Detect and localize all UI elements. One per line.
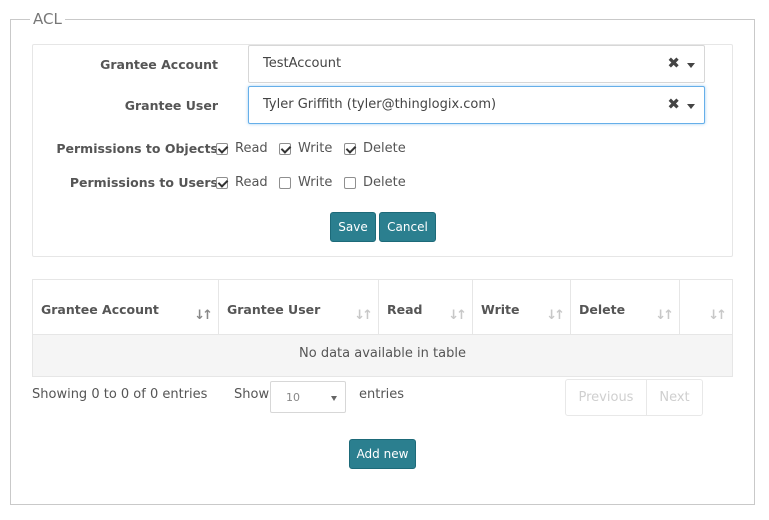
column-header-grantee-user[interactable]: Grantee User ↓↑ — [219, 280, 379, 334]
save-button[interactable]: Save — [330, 212, 376, 242]
clear-icon[interactable]: ✖ — [667, 95, 680, 113]
grantee-user-value: Tyler Griffith (tyler@thinglogix.com) — [263, 97, 497, 112]
users-write-label: Write — [298, 175, 333, 190]
acl-legend: ACL — [30, 9, 65, 29]
column-header-actions[interactable]: ↓↑ — [680, 280, 732, 334]
acl-table: Grantee Account ↓↑ Grantee User ↓↑ Read … — [32, 279, 733, 377]
objects-read-label: Read — [235, 141, 268, 156]
sort-icon: ↓↑ — [194, 308, 213, 323]
table-info: Showing 0 to 0 of 0 entries — [32, 387, 208, 402]
entries-label: entries — [359, 387, 405, 402]
previous-button[interactable]: Previous — [566, 380, 647, 415]
grantee-account-select[interactable]: TestAccount ✖ — [248, 45, 705, 83]
column-header-grantee-account[interactable]: Grantee Account ↓↑ — [33, 280, 219, 334]
sort-icon: ↓↑ — [708, 308, 727, 323]
grantee-user-select[interactable]: Tyler Griffith (tyler@thinglogix.com) ✖ — [248, 86, 705, 124]
page-length-value: 10 — [286, 391, 300, 404]
column-header-delete[interactable]: Delete ↓↑ — [571, 280, 680, 334]
next-button[interactable]: Next — [647, 380, 702, 415]
users-write-checkbox[interactable] — [279, 177, 291, 189]
acl-form-panel: Grantee Account TestAccount ✖ Grantee Us… — [32, 44, 733, 257]
column-header-write[interactable]: Write ↓↑ — [473, 280, 571, 334]
clear-icon[interactable]: ✖ — [667, 54, 680, 72]
table-row: No data available in table — [33, 334, 732, 376]
objects-write-label: Write — [298, 141, 333, 156]
users-read-label: Read — [235, 175, 268, 190]
cancel-button[interactable]: Cancel — [379, 212, 436, 242]
objects-read-checkbox[interactable] — [216, 143, 228, 155]
objects-delete-checkbox[interactable] — [344, 143, 356, 155]
caret-down-icon[interactable] — [687, 63, 695, 68]
users-read-checkbox[interactable] — [216, 177, 228, 189]
caret-down-icon[interactable] — [687, 104, 695, 109]
column-header-read[interactable]: Read ↓↑ — [379, 280, 473, 334]
sort-icon: ↓↑ — [655, 308, 674, 323]
show-label: Show — [234, 387, 270, 402]
caret-down-icon — [331, 396, 337, 401]
grantee-user-label: Grantee User — [124, 98, 218, 113]
permissions-objects-label: Permissions to Objects — [56, 141, 218, 156]
add-new-button[interactable]: Add new — [349, 439, 416, 469]
page-length-select[interactable]: 10 — [270, 381, 346, 413]
grantee-account-value: TestAccount — [263, 56, 342, 71]
grantee-account-label: Grantee Account — [100, 57, 218, 72]
empty-table-message: No data available in table — [299, 346, 466, 361]
users-delete-label: Delete — [363, 175, 406, 190]
users-delete-checkbox[interactable] — [344, 177, 356, 189]
objects-delete-label: Delete — [363, 141, 406, 156]
pagination: Previous Next — [565, 379, 703, 416]
permissions-users-label: Permissions to Users — [69, 175, 218, 190]
sort-icon: ↓↑ — [448, 308, 467, 323]
objects-write-checkbox[interactable] — [279, 143, 291, 155]
sort-icon: ↓↑ — [546, 308, 565, 323]
sort-icon: ↓↑ — [354, 308, 373, 323]
